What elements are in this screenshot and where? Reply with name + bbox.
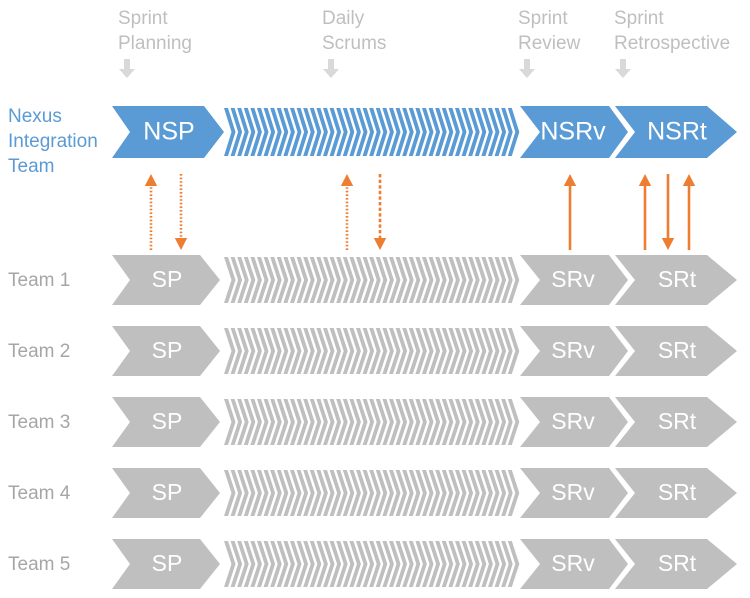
team-label-4: Team 4 — [8, 483, 71, 504]
event-label-1: Daily Scrums — [322, 6, 386, 79]
event-label-2: Sprint Review — [518, 6, 580, 79]
review-up-arrow — [563, 174, 577, 250]
team-band-3: SP SRv SRt — [112, 397, 742, 449]
team-5-sprint-review-text: SRv — [551, 550, 595, 576]
nexus-daily-scrums-zigzag — [224, 108, 520, 156]
team-1-daily-scrums-zigzag — [224, 257, 520, 303]
down-arrow-icon — [322, 59, 386, 79]
team-3-daily-scrums-zigzag — [224, 399, 520, 445]
event-label-3: Sprint Retrospective — [614, 6, 730, 79]
retro-down-arrow — [661, 174, 675, 250]
down-arrow-icon — [518, 59, 580, 79]
team-2-daily-scrums-zigzag — [224, 328, 520, 374]
team-4-sprint-planning-text: SP — [152, 479, 183, 505]
planning-down-arrow — [174, 174, 188, 250]
team-3-sprint-planning-text: SP — [152, 408, 183, 434]
team-5-sprint-planning-text: SP — [152, 550, 183, 576]
retro-up-arrow-left — [638, 174, 652, 250]
event-label-text: Sprint Planning — [118, 8, 192, 54]
team-3-sprint-retrospective-text: SRt — [658, 408, 697, 434]
team-label-5: Team 5 — [8, 554, 71, 575]
team-2-sprint-review-text: SRv — [551, 337, 595, 363]
team-band-1: SP SRv SRt — [112, 255, 742, 307]
team-label-2: Team 2 — [8, 341, 71, 362]
down-arrow-icon — [614, 59, 730, 79]
nexus-sprint-diagram: Sprint Planning Daily Scrums Sprint Review… — [0, 0, 750, 598]
event-label-0: Sprint Planning — [118, 6, 192, 79]
daily-scrums-down-arrow — [373, 174, 387, 250]
team-1-sprint-review-text: SRv — [551, 266, 595, 292]
event-label-text: Sprint Review — [518, 8, 581, 54]
team-1-sprint-planning-text: SP — [152, 266, 183, 292]
team-4-sprint-review-text: SRv — [551, 479, 595, 505]
team-label-3: Team 3 — [8, 412, 71, 433]
team-5-daily-scrums-zigzag — [224, 541, 520, 587]
down-arrow-icon — [118, 59, 192, 79]
team-label-1: Team 1 — [8, 270, 71, 291]
team-band-2: SP SRv SRt — [112, 326, 742, 378]
team-4-sprint-retrospective-text: SRt — [658, 479, 697, 505]
nexus-integration-team-label: Nexus Integration Team — [8, 106, 98, 177]
team-1-sprint-retrospective-text: SRt — [658, 266, 697, 292]
nexus-sprint-review-text: NSRv — [540, 118, 606, 146]
team-2-sprint-planning-text: SP — [152, 337, 183, 363]
team-3-sprint-review-text: SRv — [551, 408, 595, 434]
planning-up-arrow — [144, 174, 158, 250]
team-2-sprint-retrospective-text: SRt — [658, 337, 697, 363]
event-label-text: Sprint Retrospective — [614, 8, 731, 54]
team-5-sprint-retrospective-text: SRt — [658, 550, 697, 576]
daily-scrums-up-arrow — [340, 174, 354, 250]
event-label-text: Daily Scrums — [322, 8, 387, 54]
team-band-5: SP SRv SRt — [112, 539, 742, 591]
team-band-4: SP SRv SRt — [112, 468, 742, 520]
nexus-sprint-retrospective-text: NSRt — [647, 118, 707, 146]
nexus-sprint-planning-text: NSP — [143, 118, 194, 146]
nexus-integration-team-band: NSP NSRv NSRt — [112, 106, 742, 168]
team-4-daily-scrums-zigzag — [224, 470, 520, 516]
retro-up-arrow-right — [682, 174, 696, 250]
